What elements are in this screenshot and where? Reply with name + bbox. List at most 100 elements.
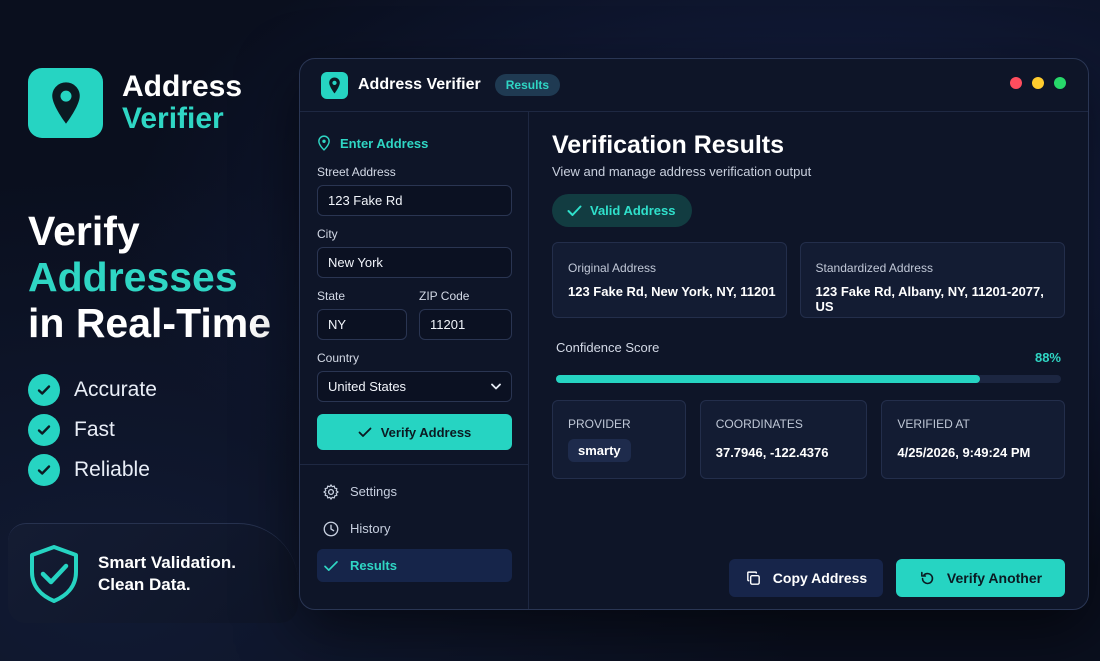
provider-label: PROVIDER [568,417,631,431]
verified-at-label: VERIFIED AT [897,417,970,431]
refresh-icon [920,571,934,584]
country-value: United States [328,379,407,394]
original-address-label: Original Address [568,261,657,275]
confidence-label: Confidence Score [556,340,660,355]
window-controls [1000,77,1066,89]
zip-input[interactable]: 11201 [419,309,512,340]
title-bar: Address Verifier Results [300,59,1088,112]
promo-line-2: Clean Data. [98,574,191,594]
sidebar-item-results[interactable]: Results [317,549,512,582]
verify-address-button[interactable]: Verify Address [317,414,512,450]
app-window: Address Verifier Results Enter Address S… [299,58,1089,610]
coordinates-value: 37.7946, -122.4376 [715,445,829,460]
page-title: Verification Results [552,131,785,159]
provider-card: PROVIDER smarty [552,400,686,479]
promo-text: Smart Validation. Clean Data. [98,552,236,596]
feature-item: Accurate [28,370,157,410]
brand-line-1: Address [122,70,243,103]
results-badge: Results [494,74,561,96]
country-select[interactable]: United States [317,371,512,402]
promo-line-1: Smart Validation. [98,552,236,572]
headline-line-1: Verify [28,208,140,254]
state-label: State [317,289,346,303]
headline-line-3: in Real-Time [28,300,272,346]
map-pin-icon [28,68,103,138]
stage: Address Verifier Verify Addresses in Rea… [0,0,1100,661]
feature-list: Accurate Fast Reliable [28,370,157,490]
check-circle-icon [28,414,60,446]
brand: Address Verifier [28,68,242,138]
enter-address-header: Enter Address [317,132,512,154]
page-subtitle: View and manage address verification out… [552,164,812,179]
results-panel: Verification Results View and manage add… [530,112,1088,609]
feature-item: Fast [28,410,157,450]
map-pin-icon [318,135,330,151]
standardized-address-card: Standardized Address 123 Fake Rd, Albany… [799,242,1065,318]
feature-label: Reliable [74,458,150,481]
original-address-value: 123 Fake Rd, New York, NY, 11201 [568,284,776,299]
coordinates-card: COORDINATES 37.7946, -122.4376 [699,400,868,479]
check-icon [567,205,582,216]
street-label: Street Address [317,165,396,179]
minimize-dot[interactable] [1032,77,1044,89]
original-address-card: Original Address 123 Fake Rd, New York, … [552,242,787,318]
zip-label: ZIP Code [419,289,470,303]
zip-group: ZIP Code 11201 [419,278,512,340]
confidence-track [556,375,1061,383]
state-group: State NY [317,278,407,340]
address-cards: Original Address 123 Fake Rd, New York, … [552,242,1065,318]
confidence-score: Confidence Score 88% [552,340,1065,388]
chevron-down-icon [491,383,501,390]
state-input[interactable]: NY [317,309,407,340]
country-label: Country [317,351,360,365]
feature-item: Reliable [28,450,157,490]
confidence-percent: 88% [1034,350,1061,365]
map-pin-icon [321,71,348,99]
check-circle-icon [28,454,60,486]
standardized-address-value: 123 Fake Rd, Albany, NY, 11201-2077, US [815,284,1044,314]
check-icon [358,427,372,437]
verify-another-label: Verify Another [946,570,1043,586]
headline-line-2: Addresses [28,254,238,300]
verify-address-label: Verify Address [380,424,472,440]
check-circle-icon [28,374,60,406]
confidence-fill [556,375,981,383]
sidebar-item-history[interactable]: History [317,512,512,545]
clock-icon [323,521,339,536]
feature-label: Fast [74,418,115,441]
status-label: Valid Address [590,203,676,218]
standardized-address-label: Standardized Address [815,261,933,275]
provider-chip: smarty [568,439,631,462]
copy-address-button[interactable]: Copy Address [729,559,883,597]
action-bar: Copy Address Verify Another [729,559,1065,597]
verify-another-button[interactable]: Verify Another [896,559,1065,597]
sidebar-nav: Settings History Results [317,475,512,582]
coordinates-label: COORDINATES [715,417,803,431]
promo-card: Smart Validation. Clean Data. [8,523,298,623]
window-title: Address Verifier [358,76,481,93]
copy-address-label: Copy Address [772,570,868,586]
sidebar-divider [300,464,528,465]
shield-check-icon [30,544,78,603]
sidebar-item-settings[interactable]: Settings [317,475,512,508]
verified-at-card: VERIFIED AT 4/25/2026, 9:49:24 PM [881,400,1065,479]
close-dot[interactable] [1010,77,1022,89]
copy-icon [746,570,760,585]
status-badge: Valid Address [552,194,692,227]
maximize-dot[interactable] [1054,77,1066,89]
headline: Verify Addresses in Real-Time [28,208,271,346]
sidebar-item-label: History [350,521,391,536]
city-label: City [317,227,338,241]
brand-name: Address Verifier [122,71,242,135]
feature-label: Accurate [74,378,157,401]
verified-at-value: 4/25/2026, 9:49:24 PM [897,445,1031,460]
sidebar-item-label: Settings [350,484,397,499]
brand-line-2: Verifier [122,102,224,135]
street-input[interactable]: 123 Fake Rd [317,185,512,216]
state-zip-row: State NY ZIP Code 11201 [317,278,512,340]
city-input[interactable]: New York [317,247,512,278]
sidebar-item-label: Results [350,558,397,573]
gear-icon [323,483,339,500]
sidebar: Enter Address Street Address 123 Fake Rd… [300,112,529,609]
enter-address-title: Enter Address [340,135,429,151]
